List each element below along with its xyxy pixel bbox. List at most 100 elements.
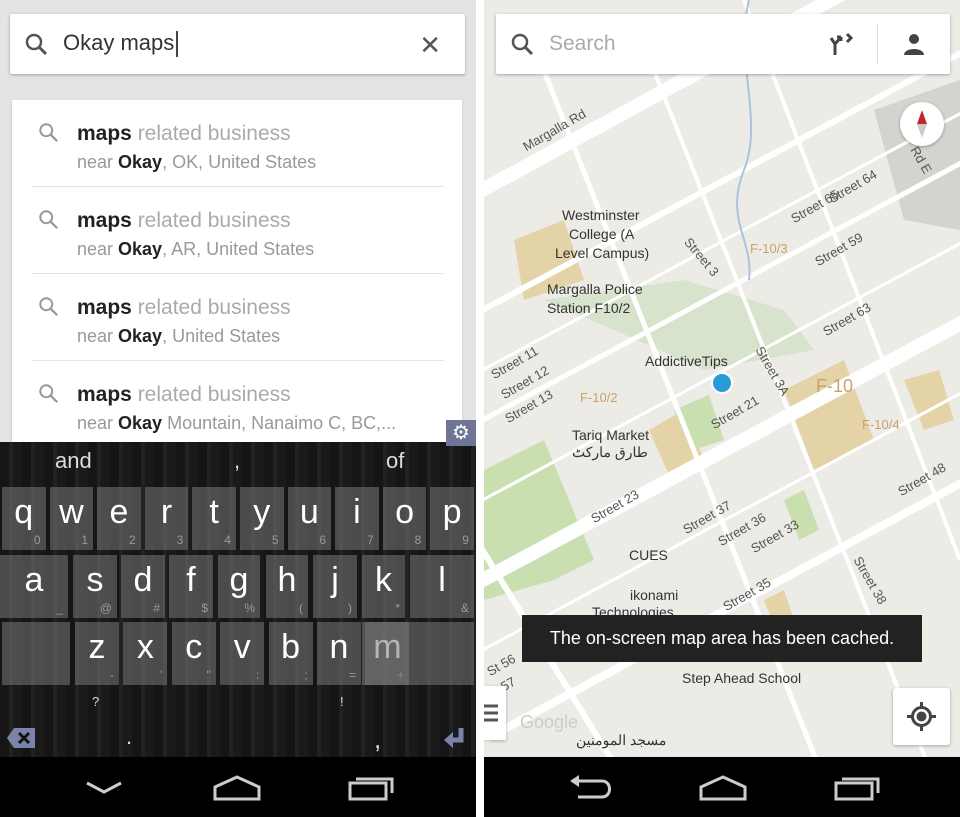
key-hint: %	[244, 601, 255, 615]
suggestion-item[interactable]: maps related business near Okay, United S…	[32, 274, 444, 361]
key-c[interactable]: c "	[171, 622, 216, 685]
key-question[interactable]: ?	[92, 694, 99, 709]
search-icon	[39, 123, 59, 143]
search-input[interactable]: Okay maps	[63, 30, 179, 58]
key-f[interactable]: f $	[169, 555, 213, 618]
key-letter: q	[14, 493, 34, 531]
back-down-icon[interactable]	[84, 775, 124, 799]
key-n[interactable]: n =	[317, 622, 361, 685]
suggestion-term: maps	[77, 296, 132, 319]
back-icon[interactable]	[568, 775, 614, 801]
map-search-bar[interactable]: Search	[496, 14, 950, 74]
key-hint: 2	[129, 533, 136, 547]
key-a[interactable]: a _	[0, 555, 68, 618]
key-v[interactable]: v:	[220, 622, 265, 685]
key-l[interactable]: l &	[410, 555, 474, 618]
key-exclaim[interactable]: !	[340, 694, 344, 709]
suggestion-item[interactable]: maps related business near Okay Mountain,…	[32, 361, 444, 448]
suggestion-item[interactable]: maps related business near Okay, OK, Unit…	[32, 100, 444, 187]
key-hint: &	[460, 601, 469, 615]
key-z[interactable]: z-	[75, 622, 119, 685]
key-letter: o	[395, 493, 414, 531]
map-label: طارق مارکٹ	[572, 444, 648, 460]
key-period[interactable]: .	[126, 724, 132, 750]
my-location-button[interactable]	[893, 688, 950, 745]
key-i[interactable]: i7	[335, 487, 379, 550]
person-icon[interactable]	[902, 32, 926, 56]
suggestion-item[interactable]: maps related business near Okay, AR, Unit…	[32, 187, 444, 274]
key-r[interactable]: r3	[144, 487, 189, 550]
key-letter: p	[442, 493, 462, 531]
near-bold: Okay	[118, 152, 163, 172]
key-hint: @	[99, 601, 112, 615]
map-label: College (A	[569, 226, 635, 242]
cache-toast: The on-screen map area has been cached.	[522, 615, 922, 662]
key-hint: 7	[367, 533, 374, 547]
search-screen: Okay maps ✕ maps related business near Ok…	[0, 0, 476, 817]
key-p[interactable]: p9	[430, 487, 474, 550]
key-d[interactable]: d #	[121, 555, 165, 618]
enter-icon[interactable]	[443, 727, 467, 749]
key-u[interactable]: u6	[287, 487, 332, 550]
prediction-comma[interactable]: ,	[234, 448, 240, 474]
crosshair-icon	[907, 702, 936, 731]
prediction-of[interactable]: of	[386, 448, 404, 474]
key-t[interactable]: t4	[192, 487, 236, 550]
place-text: Mountain, Nanaimo C, BC,...	[162, 413, 397, 433]
key-q[interactable]: q0	[2, 487, 46, 550]
key-o[interactable]: o8	[382, 487, 427, 550]
search-icon	[511, 33, 534, 56]
home-icon[interactable]	[212, 775, 262, 801]
key-x[interactable]: x '	[123, 622, 168, 685]
map-label: Station F10/2	[547, 300, 631, 316]
key-b[interactable]: b;	[268, 622, 313, 685]
location-pin-icon[interactable]	[711, 372, 733, 394]
key-letter: r	[160, 493, 173, 531]
search-icon	[39, 297, 59, 317]
shift-key[interactable]	[2, 622, 70, 685]
empty-key[interactable]	[362, 622, 474, 685]
compass-icon[interactable]	[900, 102, 944, 146]
backspace-icon[interactable]	[6, 727, 36, 749]
key-letter: y	[253, 493, 271, 531]
key-letter: n	[329, 628, 349, 666]
recent-apps-icon[interactable]	[348, 775, 394, 801]
key-w[interactable]: w1	[49, 487, 94, 550]
key-letter: e	[109, 493, 129, 531]
search-icon	[25, 33, 48, 56]
suggestion-term: maps	[77, 209, 132, 232]
close-icon[interactable]: ✕	[419, 30, 441, 61]
key-hint: *	[395, 601, 400, 615]
map-label: F-10/3	[750, 241, 788, 256]
home-icon[interactable]	[698, 775, 748, 801]
divider	[476, 0, 484, 817]
map-label: F-10	[816, 376, 854, 396]
nav-bar	[0, 757, 476, 817]
recent-apps-icon[interactable]	[834, 775, 880, 801]
key-letter: d	[133, 561, 153, 599]
map-search-input[interactable]: Search	[549, 32, 616, 56]
key-e[interactable]: e2	[97, 487, 141, 550]
key-y[interactable]: y5	[240, 487, 284, 550]
key-hint: 4	[224, 533, 231, 547]
key-letter: z	[88, 628, 106, 666]
key-j[interactable]: j)	[313, 555, 357, 618]
key-hint: #	[153, 601, 160, 615]
menu-icon[interactable]	[484, 686, 506, 740]
key-letter: x	[136, 628, 154, 666]
near-bold: Okay	[118, 413, 163, 433]
keyboard-settings-gear-icon[interactable]: ⚙	[446, 420, 476, 446]
prediction-and[interactable]: and	[55, 448, 92, 474]
key-h[interactable]: h(	[266, 555, 308, 618]
search-bar[interactable]: Okay maps ✕	[10, 14, 465, 74]
key-hint: 3	[176, 533, 184, 547]
key-comma[interactable]: ,	[374, 724, 381, 755]
suggestion-location: near Okay, AR, United States	[77, 239, 314, 260]
directions-icon[interactable]	[829, 32, 853, 56]
key-s[interactable]: s @	[73, 555, 117, 618]
suggestion-title: maps related business	[77, 296, 291, 320]
near-text: near	[77, 326, 119, 346]
key-g[interactable]: g%	[218, 555, 260, 618]
key-k[interactable]: k *	[362, 555, 405, 618]
nav-bar	[484, 757, 960, 817]
